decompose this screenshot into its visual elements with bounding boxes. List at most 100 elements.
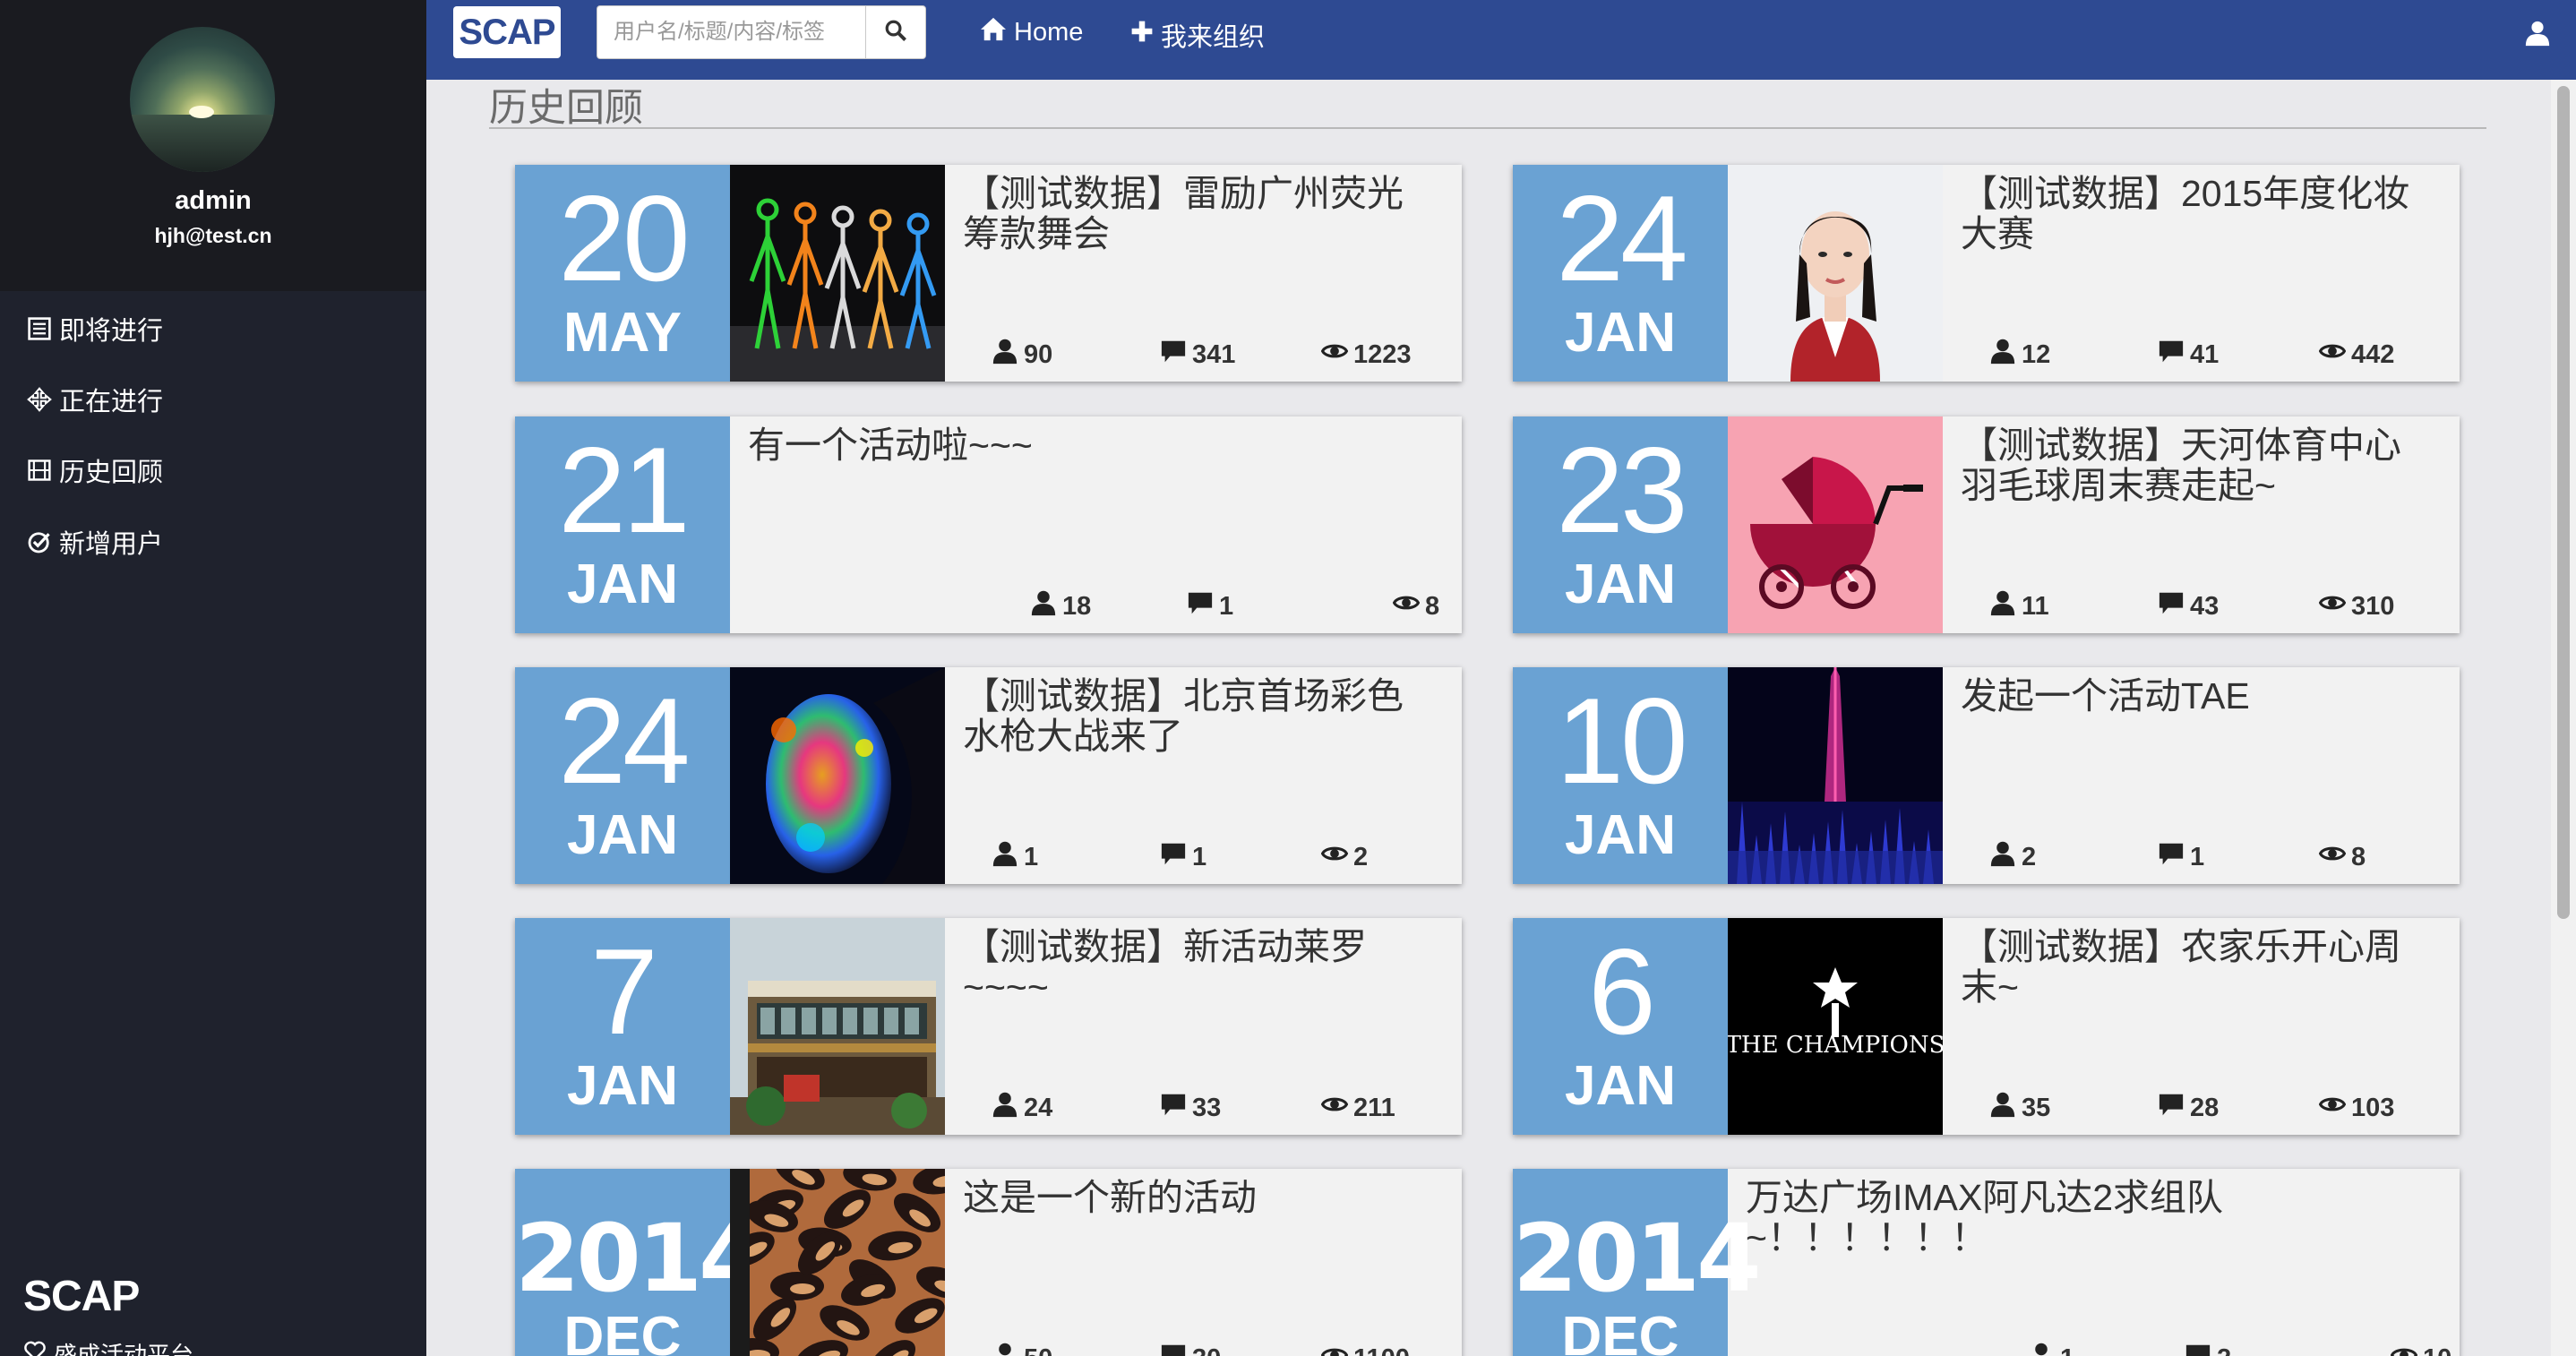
- event-stats: 24 33 211: [945, 1091, 1462, 1127]
- sidebar-item-add-user[interactable]: 新增用户: [27, 519, 163, 564]
- logo[interactable]: SCAP: [453, 6, 561, 58]
- event-title[interactable]: 发起一个活动TAE: [1961, 676, 2426, 717]
- plus-icon: [1130, 20, 1154, 50]
- avatar[interactable]: [130, 27, 275, 172]
- event-thumbnail[interactable]: THE CHAMPIONS: [1728, 918, 1943, 1135]
- event-card[interactable]: 10 JAN 发起一个活动TAE 2 1 8: [1513, 667, 2460, 884]
- user-icon: [1989, 840, 2016, 874]
- event-day: 2014: [1513, 1204, 1761, 1313]
- participants-stat: 18: [1030, 589, 1091, 623]
- event-month: JAN: [566, 1055, 679, 1117]
- views-count: 8: [2351, 842, 2366, 871]
- event-stats: 90 341 1223: [945, 338, 1462, 373]
- event-card[interactable]: 20 MAY 【测试数据】雷励广州荧光筹款舞会 90 341 1223: [515, 165, 1462, 382]
- event-title[interactable]: 【测试数据】天河体育中心羽毛球周末赛走起~: [1961, 425, 2426, 506]
- search-icon: [884, 19, 907, 47]
- comments-stat: 341: [1160, 338, 1235, 372]
- event-day: 7: [590, 923, 658, 1060]
- page-title: 历史回顾: [489, 87, 643, 130]
- event-thumbnail[interactable]: [1728, 416, 1943, 633]
- sidebar-item-upcoming[interactable]: 即将进行: [27, 306, 163, 351]
- views-count: 310: [2351, 591, 2395, 621]
- event-card[interactable]: 24 JAN 【测试数据】北京首场彩色水枪大战来了 1 1 2: [515, 667, 1462, 884]
- user-icon: [2524, 21, 2551, 50]
- participants-count: 11: [2022, 591, 2049, 621]
- event-month: JAN: [1564, 302, 1677, 364]
- home-link[interactable]: Home: [980, 16, 1083, 48]
- event-card[interactable]: 6 JAN THE CHAMPIONS 【测试数据】农家乐开心周末~ 35 28…: [1513, 918, 2460, 1135]
- user-icon: [992, 1091, 1018, 1125]
- event-stats: 35 28 103: [1943, 1091, 2460, 1127]
- event-stats: 11 43 310: [1943, 589, 2460, 625]
- views-count: 1223: [1353, 339, 1412, 369]
- event-month: JAN: [1564, 554, 1677, 615]
- event-title[interactable]: 【测试数据】雷励广州荧光筹款舞会: [963, 174, 1429, 254]
- film-icon: [27, 458, 59, 483]
- organize-link[interactable]: 我来组织: [1130, 16, 1265, 54]
- participants-count: 1: [1024, 842, 1039, 871]
- comment-icon: [2185, 1342, 2211, 1356]
- event-date: 2014 DEC: [515, 1169, 763, 1356]
- event-card[interactable]: 21 JAN 有一个活动啦~~~ 18 1 8: [515, 416, 1462, 633]
- eye-icon: [1392, 589, 1421, 623]
- comment-icon: [2158, 589, 2185, 623]
- event-thumbnail[interactable]: [730, 918, 945, 1135]
- event-day: 21: [558, 422, 690, 558]
- user-icon: [1989, 589, 2016, 623]
- event-title[interactable]: 【测试数据】北京首场彩色水枪大战来了: [963, 676, 1429, 757]
- participants-count: 12: [2022, 339, 2051, 369]
- comments-count: 1: [2190, 842, 2205, 871]
- search-input[interactable]: [597, 5, 865, 59]
- participants-stat: 90: [992, 338, 1052, 372]
- event-thumbnail[interactable]: [730, 667, 945, 884]
- event-title[interactable]: 【测试数据】新活动莱罗~~~~: [963, 927, 1429, 1008]
- views-count: 103: [2351, 1093, 2395, 1122]
- event-thumbnail[interactable]: [730, 165, 945, 382]
- sidebar: admin hjh@test.cn 即将进行 正在进行 历史回顾 新增用户 SC…: [0, 0, 426, 1356]
- scrollbar-thumb[interactable]: [2557, 86, 2570, 919]
- event-date: 21 JAN: [515, 416, 730, 633]
- event-stats: 50 30 1100: [945, 1342, 1462, 1356]
- sidebar-item-label: 正在进行: [59, 388, 164, 416]
- eye-icon: [1320, 338, 1349, 372]
- event-title[interactable]: 【测试数据】2015年度化妆大赛: [1961, 174, 2426, 254]
- comment-icon: [1187, 589, 1214, 623]
- event-card[interactable]: 2014 DEC 这是一个新的活动 50 30 1100: [515, 1169, 1462, 1356]
- event-month: JAN: [1564, 1055, 1677, 1117]
- event-date: 10 JAN: [1513, 667, 1728, 884]
- comments-count: 33: [1192, 1093, 1222, 1122]
- event-day: 23: [1556, 422, 1687, 558]
- sidebar-brand-subtitle: 盛成活动平台: [23, 1337, 193, 1356]
- event-card[interactable]: 2014 DEC 万达广场IMAX阿凡达2求组队~！！！！！！ 1 2 10: [1513, 1169, 2460, 1356]
- views-count: 211: [1353, 1093, 1395, 1122]
- event-stats: 1 2 10: [1728, 1342, 2460, 1356]
- event-card[interactable]: 24 JAN 【测试数据】2015年度化妆大赛 12 41 442: [1513, 165, 2460, 382]
- event-thumbnail[interactable]: [1728, 667, 1943, 884]
- event-title[interactable]: 这是一个新的活动: [963, 1178, 1429, 1218]
- participants-count: 18: [1062, 591, 1092, 621]
- divider: [489, 127, 2486, 129]
- eye-icon: [1320, 1342, 1349, 1356]
- eye-icon: [2318, 1091, 2347, 1125]
- sidebar-item-history[interactable]: 历史回顾: [27, 448, 163, 493]
- search-button[interactable]: [865, 5, 926, 59]
- event-thumbnail[interactable]: [1728, 165, 1943, 382]
- event-card[interactable]: 7 JAN 【测试数据】新活动莱罗~~~~ 24 33 211: [515, 918, 1462, 1135]
- sidebar-item-ongoing[interactable]: 正在进行: [27, 377, 163, 422]
- event-title[interactable]: 有一个活动啦~~~: [748, 425, 1429, 466]
- views-stat: 8: [1392, 589, 1439, 623]
- event-month: JAN: [1564, 804, 1677, 866]
- event-thumbnail[interactable]: [730, 1169, 945, 1356]
- event-date: 24 JAN: [515, 667, 730, 884]
- participants-stat: 24: [992, 1091, 1052, 1125]
- event-day: 24: [558, 673, 690, 809]
- event-month: JAN: [566, 804, 679, 866]
- eye-icon: [2318, 338, 2347, 372]
- event-title[interactable]: 万达广场IMAX阿凡达2求组队~！！！！！！: [1746, 1178, 2426, 1258]
- user-menu[interactable]: [2524, 20, 2551, 51]
- comment-icon: [2158, 840, 2185, 874]
- logo-text: SCAP: [459, 12, 555, 52]
- event-stats: 2 1 8: [1943, 840, 2460, 876]
- event-title[interactable]: 【测试数据】农家乐开心周末~: [1961, 927, 2426, 1008]
- event-card[interactable]: 23 JAN 【测试数据】天河体育中心羽毛球周末赛走起~ 11 43 310: [1513, 416, 2460, 633]
